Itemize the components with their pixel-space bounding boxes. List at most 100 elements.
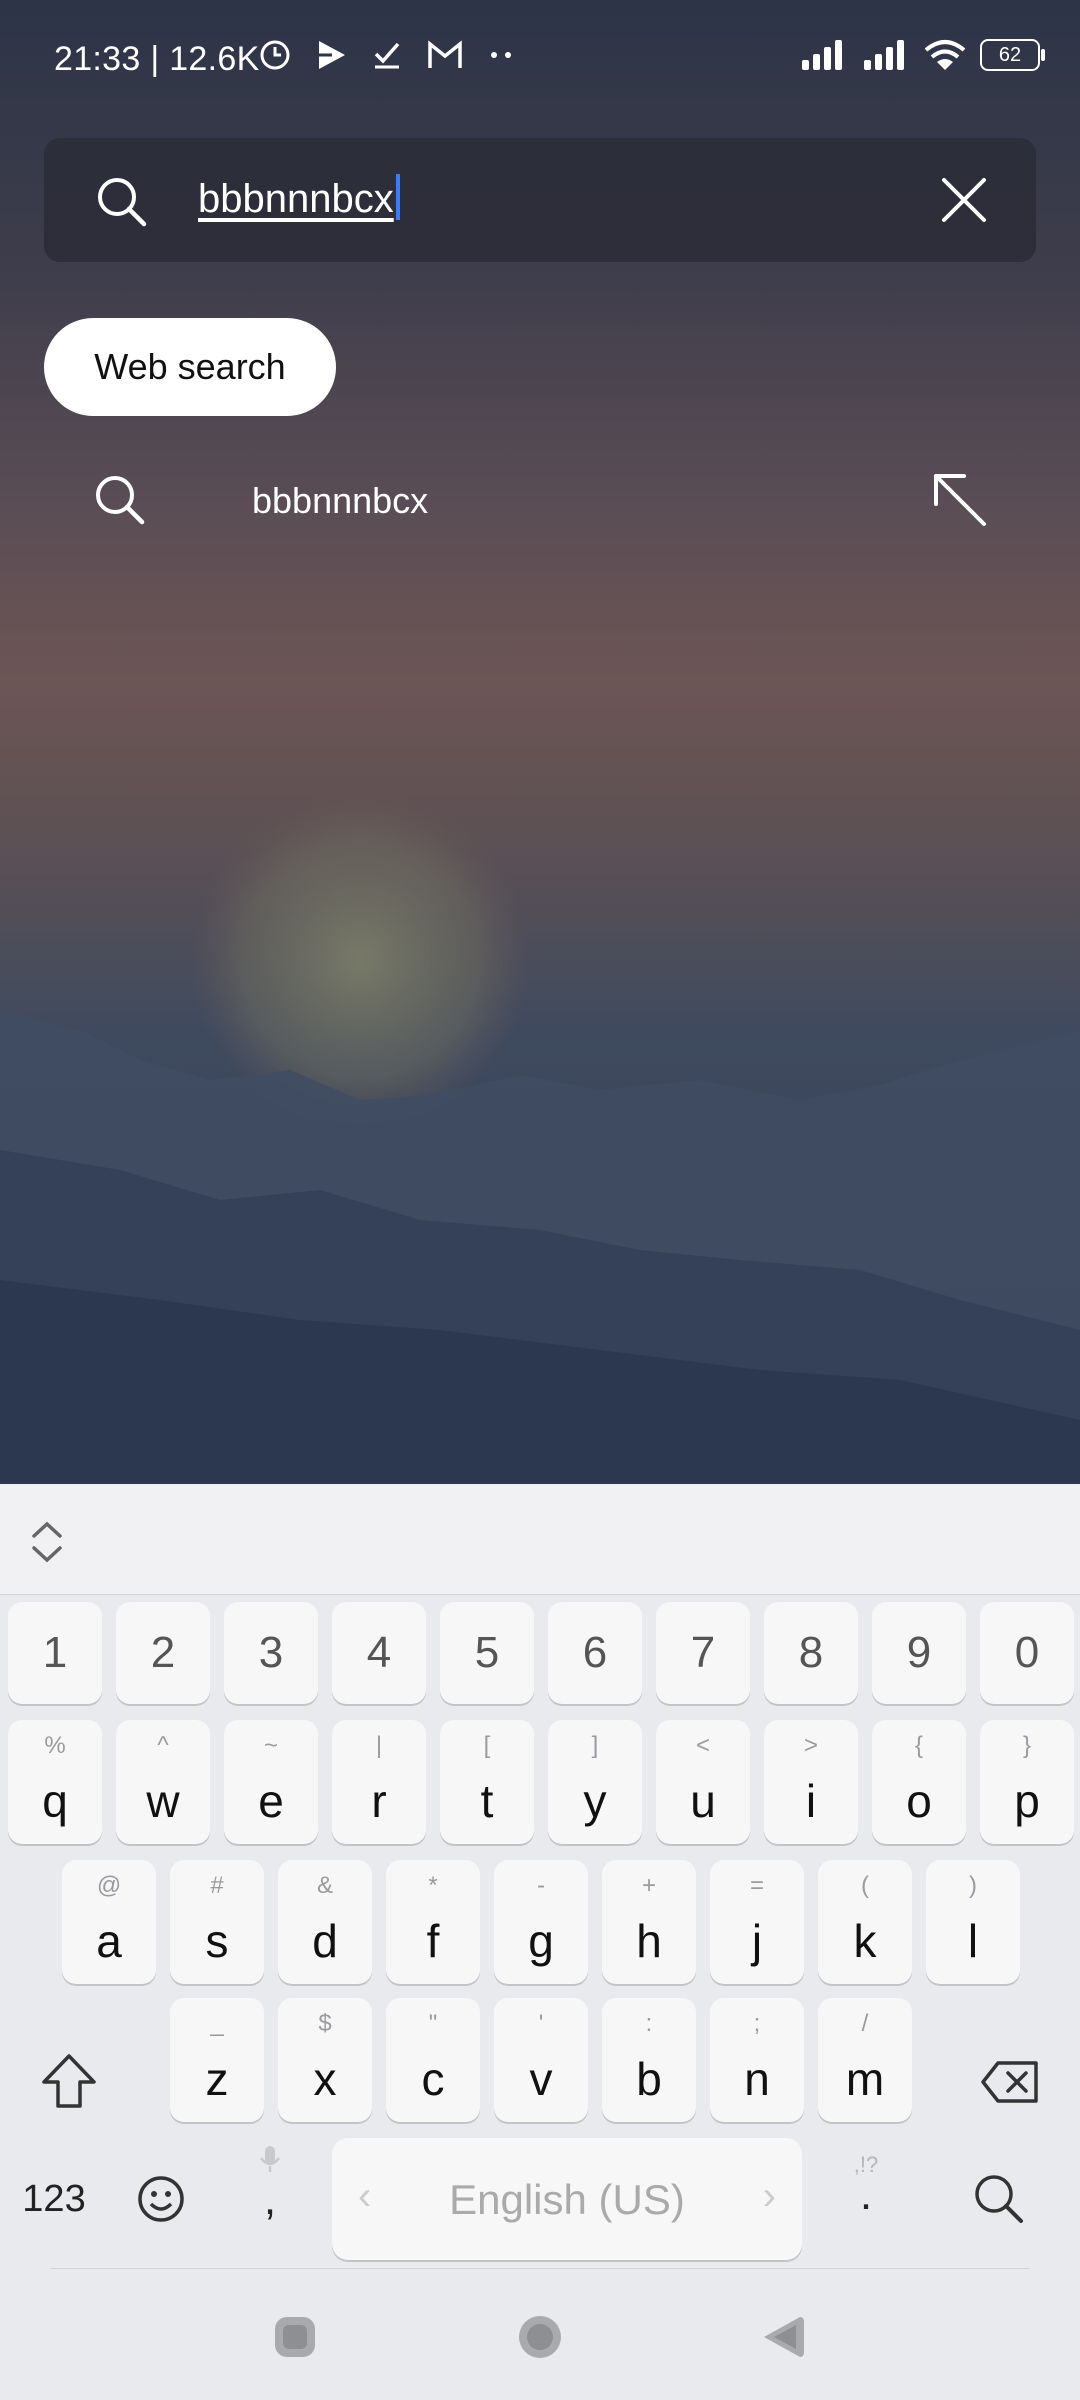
key-4[interactable]: 4 — [332, 1602, 426, 1704]
key-q[interactable]: % q — [8, 1720, 102, 1844]
key-t[interactable]: [t — [440, 1720, 534, 1844]
key-f[interactable]: * f — [386, 1860, 480, 1984]
key-secondary-label: + — [641, 1872, 656, 1899]
key-x[interactable]: $ x — [278, 1998, 372, 2122]
key-i[interactable]: > i — [764, 1720, 858, 1844]
backspace-icon[interactable] — [980, 2060, 1040, 2104]
keyboard: 1234567890 % q ^ w ~ e | r[t] y < u > i{o} p @ a # s & d * f… — [0, 1484, 1080, 2400]
key-j[interactable]: = j — [710, 1860, 804, 1984]
status-time: 21:33 | 12.6K — [54, 40, 260, 78]
key-label: u — [690, 1775, 716, 1827]
key-e[interactable]: ~ e — [224, 1720, 318, 1844]
key-secondary-label: ' — [538, 2010, 544, 2037]
emoji-icon[interactable] — [136, 2174, 186, 2224]
key-label: 4 — [366, 1628, 392, 1677]
battery-icon: 62 — [980, 39, 1045, 71]
signal-icon — [802, 40, 842, 70]
key-1[interactable]: 1 — [8, 1602, 102, 1704]
search-icon — [98, 178, 147, 227]
status-bar: 21:33 | 12.6K 62 — [0, 0, 1080, 120]
recent-apps-icon[interactable] — [272, 2314, 318, 2360]
key-5[interactable]: 5 — [440, 1602, 534, 1704]
key-c[interactable]: " c — [386, 1998, 480, 2122]
search-input[interactable]: bbbnnnbcx — [198, 174, 400, 222]
back-icon[interactable] — [760, 2314, 806, 2360]
key-secondary-label: { — [914, 1732, 923, 1759]
home-icon[interactable] — [517, 2314, 563, 2360]
key-m[interactable]: / m — [818, 1998, 912, 2122]
expand-collapse-icon[interactable] — [30, 1520, 64, 1564]
key-6[interactable]: 6 — [548, 1602, 642, 1704]
key-secondary-label: " — [428, 2010, 438, 2037]
space-right-arrow: › — [762, 2174, 776, 2218]
key-v[interactable]: ' v — [494, 1998, 588, 2122]
key-h[interactable]: + h — [602, 1860, 696, 1984]
comma-key[interactable]: , — [248, 2144, 292, 2225]
text-caret — [395, 174, 400, 220]
check-icon — [374, 42, 400, 69]
key-label: i — [805, 1775, 817, 1827]
period-key[interactable]: ,!? . — [844, 2152, 888, 2217]
key-u[interactable]: < u — [656, 1720, 750, 1844]
key-label: n — [744, 2053, 770, 2105]
shift-icon[interactable] — [40, 2052, 98, 2110]
key-label: 5 — [474, 1628, 500, 1677]
search-icon — [96, 476, 145, 525]
key-0[interactable]: 0 — [980, 1602, 1074, 1704]
search-icon[interactable] — [972, 2172, 1024, 2224]
suggestion-row[interactable]: bbbnnnbcx — [0, 452, 1080, 552]
key-label: z — [205, 2053, 229, 2105]
key-secondary-label: ~ — [263, 1732, 278, 1759]
space-bar[interactable]: ‹ English (US) › — [332, 2138, 802, 2260]
key-l[interactable]: ) l — [926, 1860, 1020, 1984]
fill-query-arrow-icon[interactable] — [928, 468, 990, 530]
key-7[interactable]: 7 — [656, 1602, 750, 1704]
key-label: s — [205, 1915, 229, 1967]
comma-label: , — [263, 2175, 277, 2224]
clock-icon — [260, 40, 290, 70]
symbols-key[interactable]: 123 — [0, 2178, 108, 2221]
key-z[interactable]: _ z — [170, 1998, 264, 2122]
microphone-icon — [260, 2146, 280, 2172]
key-g[interactable]: -g — [494, 1860, 588, 1984]
key-secondary-label: ] — [591, 1732, 599, 1759]
key-y[interactable]: ] y — [548, 1720, 642, 1844]
web-search-chip[interactable]: Web search — [44, 318, 336, 416]
key-label: l — [967, 1915, 979, 1967]
key-r[interactable]: | r — [332, 1720, 426, 1844]
key-secondary-label: ( — [861, 1872, 869, 1899]
more-dots-icon — [491, 52, 511, 58]
signal-icon — [864, 40, 904, 70]
key-s[interactable]: # s — [170, 1860, 264, 1984]
key-3[interactable]: 3 — [224, 1602, 318, 1704]
suggestion-label: bbbnnnbcx — [252, 480, 429, 521]
key-b[interactable]: :b — [602, 1998, 696, 2122]
key-secondary-label: # — [210, 1872, 224, 1899]
key-label: o — [906, 1775, 932, 1827]
key-label: f — [426, 1915, 440, 1967]
close-icon[interactable] — [940, 176, 988, 224]
search-bar[interactable]: bbbnnnbcx — [44, 138, 1036, 262]
key-2[interactable]: 2 — [116, 1602, 210, 1704]
key-label: 7 — [690, 1628, 716, 1677]
key-n[interactable]: ; n — [710, 1998, 804, 2122]
key-secondary-label: ) — [969, 1872, 977, 1899]
key-k[interactable]: (k — [818, 1860, 912, 1984]
notification-icons — [258, 38, 516, 72]
key-label: d — [312, 1915, 338, 1967]
key-secondary-label: } — [1022, 1732, 1031, 1759]
key-o[interactable]: {o — [872, 1720, 966, 1844]
key-p[interactable]: } p — [980, 1720, 1074, 1844]
key-9[interactable]: 9 — [872, 1602, 966, 1704]
key-label: e — [258, 1775, 284, 1827]
key-secondary-label: ; — [753, 2010, 761, 2037]
key-label: t — [480, 1775, 494, 1827]
key-secondary-label: - — [537, 1872, 545, 1899]
key-a[interactable]: @ a — [62, 1860, 156, 1984]
key-8[interactable]: 8 — [764, 1602, 858, 1704]
key-label: 8 — [798, 1628, 824, 1677]
key-secondary-label: > — [803, 1732, 818, 1759]
key-w[interactable]: ^ w — [116, 1720, 210, 1844]
key-d[interactable]: & d — [278, 1860, 372, 1984]
navigation-bar — [0, 2270, 1080, 2400]
